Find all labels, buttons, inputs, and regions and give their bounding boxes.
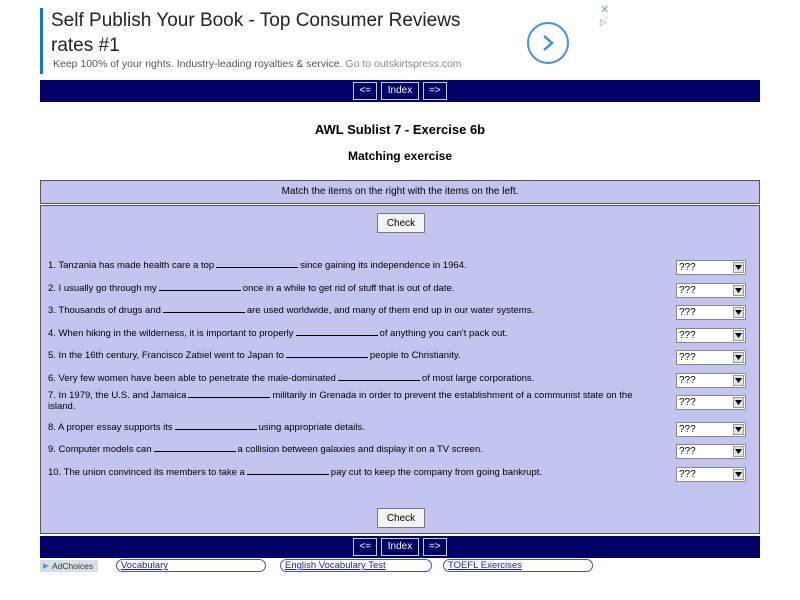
check-button-bottom[interactable]: Check <box>377 508 425 528</box>
answer-blank <box>153 444 236 452</box>
answer-blank <box>295 328 378 336</box>
prev-button[interactable]: <= <box>353 82 377 100</box>
answer-select[interactable]: ??? <box>676 350 746 365</box>
question-text: 4. When hiking in the wilderness, it is … <box>48 328 660 339</box>
exercise-panel: Check 1. Tanzania has made health care a… <box>40 205 760 534</box>
adchoices-icon <box>43 563 49 569</box>
prev-button[interactable]: <= <box>353 538 377 556</box>
answer-select[interactable]: ??? <box>676 422 746 437</box>
question-text: 9. Computer models can a collision betwee… <box>48 444 660 455</box>
answer-select-value: ??? <box>679 424 696 435</box>
answer-blank <box>337 373 420 381</box>
answer-select-value: ??? <box>679 352 696 363</box>
ad-banner[interactable]: Self Publish Your Book - Top Consumer Re… <box>40 4 612 74</box>
question-prefix: 1. Tanzania has made health care a top <box>48 260 215 271</box>
chevron-down-icon[interactable] <box>733 285 744 296</box>
answer-select-value: ??? <box>679 307 696 318</box>
chevron-down-icon[interactable] <box>733 307 744 318</box>
answer-blank <box>174 422 257 430</box>
answer-select[interactable]: ??? <box>676 283 746 298</box>
chevron-down-icon[interactable] <box>733 330 744 341</box>
question-prefix: 4. When hiking in the wilderness, it is … <box>48 328 294 339</box>
answer-blank <box>246 467 329 475</box>
ad-link[interactable]: Go to outskirtspress.com <box>345 58 461 70</box>
question-text: 5. In the 16th century, Francisco Zabiel… <box>48 350 660 361</box>
ad-text: Keep 100% of your rights. Industry-leadi… <box>53 58 462 70</box>
question-prefix: 8. A proper essay supports its <box>48 422 173 433</box>
footer-link-vocabulary-test[interactable]: English Vocabulary Test <box>280 559 432 572</box>
index-button[interactable]: Index <box>381 538 419 556</box>
instructions: Match the items on the right with the it… <box>40 180 760 204</box>
question-prefix: 10. The union convinced its members to t… <box>48 467 245 478</box>
close-icon[interactable]: ✕ <box>600 4 609 16</box>
answer-blank <box>216 260 299 268</box>
page-subtitle: Matching exercise <box>347 149 453 163</box>
bottom-navbar: <= Index => <box>40 536 760 558</box>
chevron-right-icon <box>543 35 554 51</box>
next-button[interactable]: => <box>423 82 447 100</box>
question-text: 7. In 1979, the U.S. and Jamaica militari… <box>48 390 660 412</box>
question-text: 10. The union convinced its members to t… <box>48 467 660 478</box>
check-button-top[interactable]: Check <box>377 213 425 233</box>
chevron-down-icon[interactable] <box>733 262 744 273</box>
chevron-down-icon[interactable] <box>733 446 744 457</box>
ad-description: Keep 100% of your rights. Industry-leadi… <box>53 58 343 70</box>
adchoices-icon[interactable]: ▷ <box>600 17 607 28</box>
answer-select-value: ??? <box>679 397 696 408</box>
page-title: AWL Sublist 7 - Exercise 6b <box>314 122 486 137</box>
answer-select-value: ??? <box>679 469 696 480</box>
answer-select-value: ??? <box>679 375 696 386</box>
answer-select[interactable]: ??? <box>676 467 746 482</box>
question-prefix: 7. In 1979, the U.S. and Jamaica <box>48 390 187 401</box>
question-prefix: 6. Very few women have been able to pene… <box>48 373 336 384</box>
ad-title[interactable]: Self Publish Your Book - Top Consumer Re… <box>51 8 501 58</box>
question-suffix: once in a while to get rid of stuff that… <box>242 283 455 294</box>
top-navbar: <= Index => <box>40 80 760 102</box>
question-text: 2. I usually go through my once in a whil… <box>48 283 660 294</box>
chevron-down-icon[interactable] <box>733 469 744 480</box>
answer-select[interactable]: ??? <box>676 305 746 320</box>
question-prefix: 5. In the 16th century, Francisco Zabiel… <box>48 350 284 361</box>
question-suffix: a collision between galaxies and display… <box>237 444 483 455</box>
question-text: 3. Thousands of drugs and are used worldw… <box>48 305 660 316</box>
question-prefix: 2. I usually go through my <box>48 283 157 294</box>
question-suffix: pay cut to keep the company from going b… <box>330 467 543 478</box>
answer-select[interactable]: ??? <box>676 444 746 459</box>
question-prefix: 9. Computer models can <box>48 444 152 455</box>
adchoices-badge[interactable]: AdChoices <box>40 560 98 572</box>
answer-select-value: ??? <box>679 285 696 296</box>
index-button[interactable]: Index <box>381 82 419 100</box>
question-prefix: 3. Thousands of drugs and <box>48 305 161 316</box>
question-suffix: are used worldwide, and many of them end… <box>246 305 535 316</box>
answer-select[interactable]: ??? <box>676 328 746 343</box>
answer-select[interactable]: ??? <box>676 395 746 410</box>
answer-select-value: ??? <box>679 330 696 341</box>
question-suffix: since gaining its independence in 1964. <box>300 260 467 271</box>
answer-blank <box>162 305 245 313</box>
question-text: 8. A proper essay supports its using appr… <box>48 422 660 433</box>
chevron-down-icon[interactable] <box>733 375 744 386</box>
footer-link-vocabulary[interactable]: Vocabulary <box>116 559 266 572</box>
answer-select-value: ??? <box>679 446 696 457</box>
answer-select-value: ??? <box>679 262 696 273</box>
question-text: 6. Very few women have been able to pene… <box>48 373 660 384</box>
answer-blank <box>188 390 271 398</box>
answer-blank <box>158 283 241 291</box>
chevron-down-icon[interactable] <box>733 424 744 435</box>
chevron-down-icon[interactable] <box>733 397 744 408</box>
footer-link-toefl-exercises[interactable]: TOEFL Exercises <box>443 559 593 572</box>
answer-select[interactable]: ??? <box>676 373 746 388</box>
question-suffix: of anything you can't pack out. <box>379 328 508 339</box>
chevron-down-icon[interactable] <box>733 352 744 363</box>
question-suffix: using appropriate details. <box>258 422 365 433</box>
next-button[interactable]: => <box>423 538 447 556</box>
ad-arrow-button[interactable] <box>527 22 569 64</box>
question-suffix: of most large corporations. <box>421 373 535 384</box>
answer-select[interactable]: ??? <box>676 260 746 275</box>
adchoices-label: AdChoices <box>52 561 94 571</box>
answer-blank <box>285 350 368 358</box>
question-text: 1. Tanzania has made health care a top si… <box>48 260 660 271</box>
question-suffix: people to Christianity. <box>369 350 461 361</box>
